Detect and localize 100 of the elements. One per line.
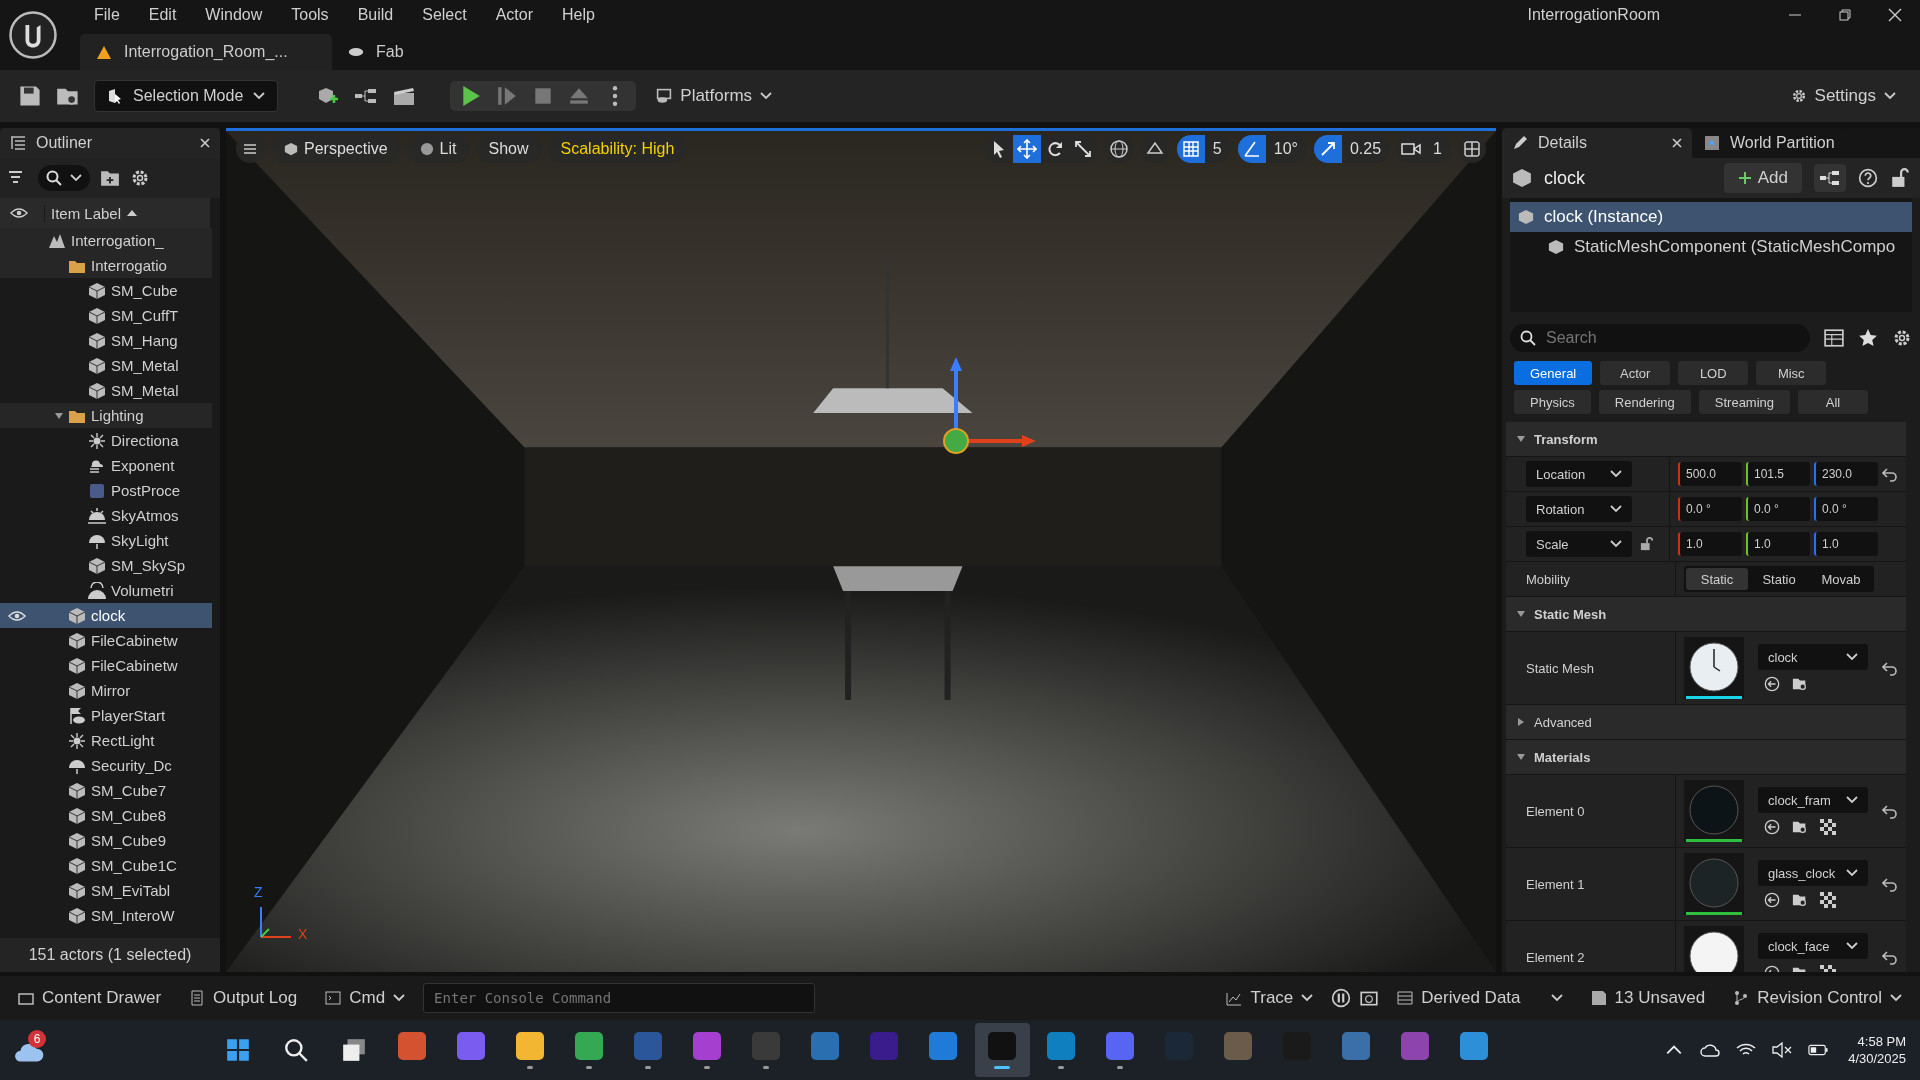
asset-dropdown[interactable]: clock (1758, 644, 1868, 670)
filter-tab[interactable]: LOD (1678, 361, 1749, 385)
lit-button[interactable]: Lit (407, 135, 469, 163)
component-row[interactable]: StaticMeshComponent (StaticMeshCompo (1510, 232, 1912, 262)
outliner-row[interactable]: PlayerStart (0, 703, 212, 728)
checker-icon[interactable] (1820, 819, 1836, 835)
add-folder-icon[interactable] (100, 168, 120, 188)
menu-item[interactable]: Select (408, 6, 482, 24)
outliner-row[interactable]: Volumetri (0, 578, 212, 603)
reset-arrow-icon[interactable] (1882, 876, 1898, 892)
outliner-row[interactable]: FileCabinetw (0, 653, 212, 678)
menu-item[interactable]: File (80, 6, 135, 24)
number-field[interactable]: 0.0 ° (1814, 497, 1878, 521)
expand-arrow-icon[interactable] (54, 410, 64, 421)
panel-tab[interactable]: Details (1502, 128, 1692, 158)
search-field[interactable]: Search (1510, 324, 1810, 352)
filter-tab[interactable]: All (1798, 390, 1869, 414)
console-input[interactable]: Enter Console Command (423, 983, 816, 1013)
reset-arrow-icon[interactable] (1882, 803, 1898, 819)
outliner-row[interactable]: SM_Cube8 (0, 803, 212, 828)
browse-folder-icon[interactable] (1792, 676, 1808, 692)
mobility-option[interactable]: Static (1686, 568, 1748, 590)
lock-icon[interactable] (1890, 168, 1910, 188)
close-icon[interactable] (1672, 138, 1682, 148)
mobility-option[interactable]: Statio (1748, 568, 1810, 590)
filter-tab[interactable]: General (1514, 361, 1593, 385)
use-selected-icon[interactable] (1764, 676, 1780, 692)
sort-up-icon[interactable] (127, 210, 138, 216)
number-field[interactable]: 500.0 (1678, 462, 1742, 486)
menu-item[interactable]: Build (343, 6, 409, 24)
eye-icon[interactable] (8, 609, 26, 622)
sphere-thumbnail[interactable] (1684, 780, 1744, 842)
outliner-row[interactable]: SM_Metal (0, 353, 212, 378)
eye-icon[interactable] (10, 207, 28, 219)
record-icon[interactable] (1331, 988, 1352, 1008)
outliner-row[interactable]: SM_Cube1C (0, 853, 212, 878)
document-tab[interactable]: Interrogation_Room_... (80, 34, 332, 70)
show-button[interactable]: Show (476, 135, 541, 163)
revision-control-dropdown[interactable]: Revision Control (1723, 980, 1912, 1016)
component-row[interactable]: clock (Instance) (1510, 202, 1912, 232)
menu-item[interactable]: Edit (134, 6, 192, 24)
asset-dropdown[interactable]: clock_face (1758, 933, 1868, 959)
filter-tab[interactable]: Misc (1756, 361, 1827, 385)
outliner-row[interactable]: RectLight (0, 728, 212, 753)
outliner-row[interactable]: SM_InteroW (0, 903, 212, 928)
outliner-row[interactable]: PostProce (0, 478, 212, 503)
menu-item[interactable]: Help (548, 6, 610, 24)
section-header[interactable]: Static Mesh (1506, 597, 1906, 632)
taskbar-clock[interactable]: 4:58 PM 4/30/2025 (1848, 1034, 1906, 1066)
mobility-option[interactable]: Movab (1810, 568, 1872, 590)
derived-data-dropdown[interactable]: Derived Data (1387, 980, 1573, 1016)
reset-arrow-icon[interactable] (1882, 466, 1898, 482)
section-header[interactable]: Advanced (1506, 705, 1906, 740)
number-field[interactable]: 0.0 ° (1746, 497, 1810, 521)
selection-mode-dropdown[interactable]: Selection Mode (94, 80, 279, 112)
settings-icon[interactable] (130, 168, 150, 188)
outliner-row[interactable]: SkyLight (0, 528, 212, 553)
asset-dropdown[interactable]: clock_fram (1758, 787, 1868, 813)
outliner-row[interactable]: clock (0, 603, 212, 628)
blueprint-icon[interactable] (1814, 164, 1846, 192)
outliner-row[interactable]: SM_CuffT (0, 303, 212, 328)
close-icon[interactable] (1888, 8, 1902, 22)
cmd-dropdown[interactable]: Cmd (315, 980, 416, 1016)
scalability-button[interactable]: Scalability: High (548, 135, 687, 163)
save-icon[interactable] (18, 84, 42, 108)
expand-arrow-icon[interactable] (1516, 752, 1526, 762)
filter-tab[interactable]: Rendering (1598, 390, 1691, 414)
asset-dropdown[interactable]: glass_clock (1758, 860, 1868, 886)
menu-item[interactable]: Window (191, 6, 278, 24)
help-icon[interactable] (1858, 168, 1878, 188)
unlock-icon[interactable] (1640, 537, 1654, 551)
filter-tab[interactable]: Actor (1600, 361, 1671, 385)
engine-logo[interactable] (8, 10, 58, 60)
outliner-row[interactable]: SM_Hang (0, 328, 212, 353)
star-icon[interactable] (1858, 328, 1878, 348)
perspective-button[interactable]: Perspective (272, 135, 400, 163)
outliner-row[interactable]: Interrogation_ (0, 228, 212, 253)
reset-arrow-icon[interactable] (1882, 949, 1898, 965)
add-button[interactable]: Add (1723, 163, 1802, 193)
outliner-row[interactable]: SM_Cube (0, 278, 212, 303)
transform-dropdown[interactable]: Scale (1526, 531, 1632, 557)
close-icon[interactable] (200, 138, 210, 148)
outliner-row[interactable]: Exponent (0, 453, 212, 478)
outliner-row[interactable]: Directiona (0, 428, 212, 453)
outliner-row[interactable]: SM_SkySp (0, 553, 212, 578)
section-header[interactable]: Materials (1506, 740, 1906, 775)
outliner-row[interactable]: SM_Cube9 (0, 828, 212, 853)
outliner-row[interactable]: Lighting (0, 403, 212, 428)
content-drawer-button[interactable]: Content Drawer (8, 980, 172, 1016)
sphere-thumbnail[interactable] (1684, 853, 1744, 915)
outliner-row[interactable]: SM_Cube7 (0, 778, 212, 803)
number-field[interactable]: 1.0 (1746, 532, 1810, 556)
use-selected-icon[interactable] (1764, 819, 1780, 835)
restore-icon[interactable] (1838, 8, 1852, 22)
transform-dropdown[interactable]: Location (1526, 461, 1632, 487)
section-header[interactable]: Transform (1506, 422, 1906, 457)
browse-folder-icon[interactable] (1792, 819, 1808, 835)
trace-dropdown[interactable]: Trace (1216, 980, 1324, 1016)
menu-item[interactable]: Actor (481, 6, 548, 24)
outliner-row[interactable]: Interrogatio (0, 253, 212, 278)
